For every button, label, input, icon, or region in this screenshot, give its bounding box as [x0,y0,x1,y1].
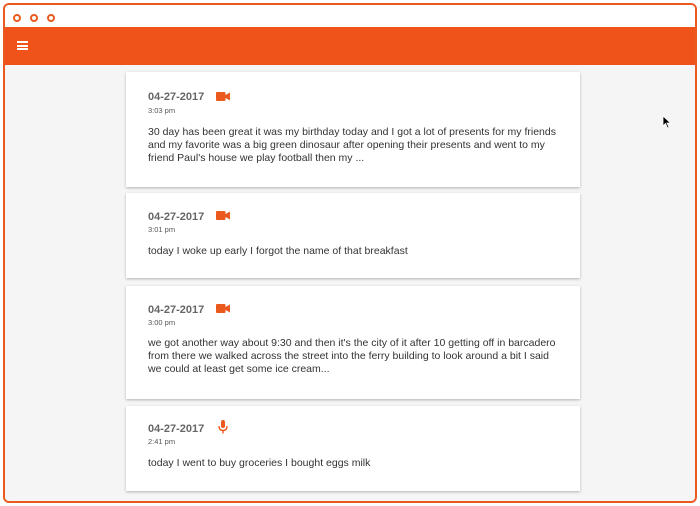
mouse-cursor-icon [662,115,672,129]
hamburger-menu-icon[interactable] [17,41,28,50]
entry-date: 04-27-2017 [148,91,205,103]
app-bar [5,27,695,65]
journal-entry-card[interactable]: 04-27-2017 2:41 pm today I went to buy g… [126,406,580,491]
journal-entry-card[interactable]: 04-27-2017 3:01 pm today I woke up early… [126,193,580,278]
app-window: 04-27-2017 3:03 pm 30 day has been great… [3,3,697,503]
microphone-icon [218,420,228,434]
entry-text: today I woke up early I forgot the name … [148,245,408,257]
journal-entry-card[interactable]: 04-27-2017 3:03 pm 30 day has been great… [126,72,580,187]
entry-date: 04-27-2017 [148,211,205,223]
video-camera-icon [216,211,230,220]
journal-list: 04-27-2017 3:03 pm 30 day has been great… [5,65,695,501]
journal-entry-card[interactable]: 04-27-2017 3:00 pm we got another way ab… [126,286,580,399]
entry-text: today I went to buy groceries I bought e… [148,457,371,469]
entry-time: 3:01 pm [148,225,176,234]
window-dot-close[interactable] [13,14,21,22]
window-titlebar [5,5,695,27]
window-dot-minimize[interactable] [30,14,38,22]
entry-time: 3:00 pm [148,318,176,327]
entry-time: 3:03 pm [148,106,176,115]
window-dot-maximize[interactable] [47,14,55,22]
video-camera-icon [216,92,230,101]
entry-date: 04-27-2017 [148,423,205,435]
entry-text: 30 day has been great it was my birthday… [148,126,556,164]
video-camera-icon [216,304,230,313]
entry-text: we got another way about 9:30 and then i… [148,337,556,375]
entry-time: 2:41 pm [148,437,176,446]
entry-date: 04-27-2017 [148,304,205,316]
